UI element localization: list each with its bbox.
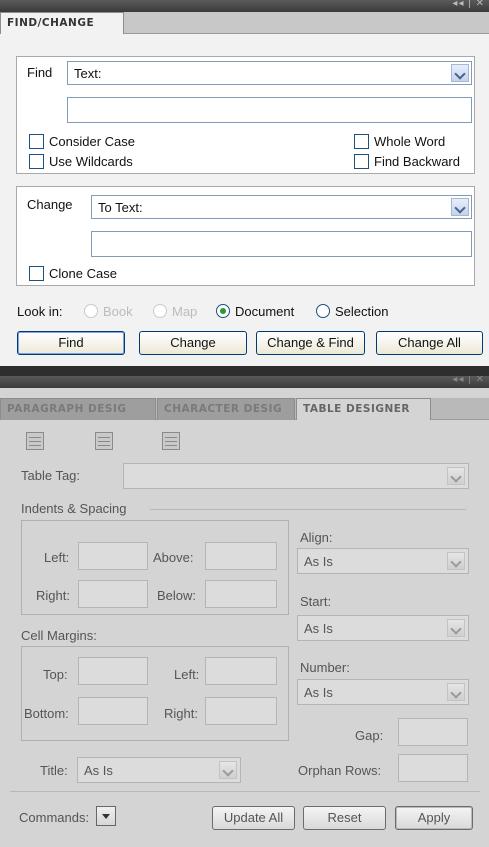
- margin-top-input[interactable]: [78, 657, 148, 685]
- indent-right-label: Right:: [36, 588, 70, 603]
- space-above-label: Above:: [153, 550, 194, 565]
- tab-paragraph-designer[interactable]: PARAGRAPH DESIG: [0, 398, 156, 420]
- change-all-button[interactable]: Change All: [376, 331, 483, 355]
- find-label: Find: [27, 65, 53, 80]
- table-icon[interactable]: [26, 432, 44, 450]
- use-wildcards-checkbox[interactable]: [29, 154, 44, 169]
- chevron-down-icon[interactable]: [451, 64, 469, 82]
- chevron-down-icon[interactable]: [447, 619, 465, 637]
- margin-right-input[interactable]: [205, 697, 277, 725]
- find-button[interactable]: Find: [17, 331, 125, 355]
- apply-button[interactable]: Apply: [395, 806, 473, 830]
- panel-divider: [0, 366, 489, 376]
- margin-left-input[interactable]: [205, 657, 277, 685]
- title-label: Title:: [40, 763, 68, 778]
- book-radio-label: Book: [103, 304, 133, 319]
- footer-divider: [10, 791, 480, 792]
- table-tag-dropdown[interactable]: [123, 463, 469, 489]
- change-and-find-button[interactable]: Change & Find: [256, 331, 365, 355]
- find-text-input[interactable]: [67, 97, 472, 123]
- space-below-label: Below:: [157, 588, 197, 603]
- use-wildcards-label: Use Wildcards: [49, 154, 133, 169]
- change-type-value: To Text:: [98, 200, 143, 215]
- table-tag-label: Table Tag:: [21, 468, 81, 483]
- number-value: As Is: [304, 685, 333, 700]
- map-radio[interactable]: [153, 304, 167, 318]
- margin-left-label: Left:: [174, 667, 200, 682]
- chevron-down-icon[interactable]: [447, 467, 465, 485]
- table-icon[interactable]: [162, 432, 180, 450]
- indent-left-label: Left:: [44, 550, 70, 565]
- section-divider: [150, 509, 466, 510]
- gap-label: Gap:: [355, 728, 384, 743]
- change-type-dropdown[interactable]: To Text:: [91, 195, 472, 219]
- dropdown-arrow-icon: [102, 814, 110, 819]
- table-designer-panel: Table Tag: Indents & Spacing Left: Above…: [0, 421, 489, 847]
- number-dropdown[interactable]: As Is: [297, 679, 469, 705]
- commands-label: Commands:: [19, 810, 90, 825]
- document-radio-label: Document: [235, 304, 295, 319]
- number-label: Number:: [300, 660, 350, 675]
- table-designer-titlebar[interactable]: ◂◂ | ✕: [0, 374, 489, 388]
- selection-radio-label: Selection: [335, 304, 389, 319]
- chevron-down-icon[interactable]: [219, 761, 237, 779]
- find-type-dropdown[interactable]: Text:: [67, 61, 472, 85]
- clone-case-checkbox[interactable]: [29, 266, 44, 281]
- chevron-down-icon[interactable]: [451, 198, 469, 216]
- align-label: Align:: [300, 530, 333, 545]
- margin-bottom-input[interactable]: [78, 697, 148, 725]
- margin-top-label: Top:: [43, 667, 68, 682]
- book-radio[interactable]: [84, 304, 98, 318]
- change-group: Change To Text: Clone Case: [16, 186, 475, 286]
- find-backward-label: Find Backward: [374, 154, 460, 169]
- margin-bottom-label: Bottom:: [24, 706, 69, 721]
- start-value: As Is: [304, 621, 333, 636]
- space-above-input[interactable]: [205, 542, 277, 570]
- find-change-tabstrip: FIND/CHANGE: [0, 12, 489, 34]
- whole-word-label: Whole Word: [374, 134, 446, 149]
- align-dropdown[interactable]: As Is: [297, 548, 469, 574]
- align-value: As Is: [304, 554, 333, 569]
- change-text-input[interactable]: [91, 231, 472, 257]
- consider-case-checkbox[interactable]: [29, 134, 44, 149]
- consider-case-label: Consider Case: [49, 134, 135, 149]
- gap-input[interactable]: [398, 718, 468, 746]
- tab-table-designer[interactable]: TABLE DESIGNER: [296, 398, 431, 420]
- space-below-input[interactable]: [205, 580, 277, 608]
- title-value: As Is: [84, 763, 113, 778]
- reset-button[interactable]: Reset: [303, 806, 386, 830]
- commands-menu-button[interactable]: [96, 806, 116, 826]
- indent-left-input[interactable]: [78, 542, 148, 570]
- start-label: Start:: [300, 594, 332, 609]
- selection-radio[interactable]: [316, 304, 330, 318]
- change-label: Change: [27, 197, 73, 212]
- table-designer-tabstrip: PARAGRAPH DESIG CHARACTER DESIG TABLE DE…: [0, 398, 489, 420]
- clone-case-label: Clone Case: [49, 266, 117, 281]
- look-in-label: Look in:: [17, 304, 63, 319]
- chevron-down-icon[interactable]: [447, 683, 465, 701]
- cell-margins-heading: Cell Margins:: [21, 628, 97, 643]
- find-type-value: Text:: [74, 66, 102, 81]
- update-all-button[interactable]: Update All: [212, 806, 295, 830]
- start-dropdown[interactable]: As Is: [297, 615, 469, 641]
- indent-right-input[interactable]: [78, 580, 148, 608]
- find-change-titlebar[interactable]: ◂◂ | ✕: [0, 0, 489, 12]
- find-backward-checkbox[interactable]: [354, 154, 369, 169]
- chevron-down-icon[interactable]: [447, 552, 465, 570]
- indents-spacing-heading: Indents & Spacing: [21, 501, 127, 516]
- whole-word-checkbox[interactable]: [354, 134, 369, 149]
- document-radio[interactable]: [216, 304, 230, 318]
- find-change-panel: Find Text: Consider Case Use Wildcards W…: [0, 34, 489, 366]
- map-radio-label: Map: [172, 304, 198, 319]
- table-icon[interactable]: [95, 432, 113, 450]
- tab-find-change[interactable]: FIND/CHANGE: [0, 12, 124, 34]
- orphan-rows-input[interactable]: [398, 754, 468, 782]
- find-group: Find Text: Consider Case Use Wildcards W…: [16, 56, 475, 174]
- margin-right-label: Right:: [164, 706, 198, 721]
- change-button[interactable]: Change: [139, 331, 247, 355]
- title-dropdown[interactable]: As Is: [77, 757, 241, 783]
- panel-controls-icon[interactable]: ◂◂ | ✕: [452, 0, 485, 9]
- tab-character-designer[interactable]: CHARACTER DESIG: [157, 398, 295, 420]
- orphan-rows-label: Orphan Rows:: [298, 763, 382, 778]
